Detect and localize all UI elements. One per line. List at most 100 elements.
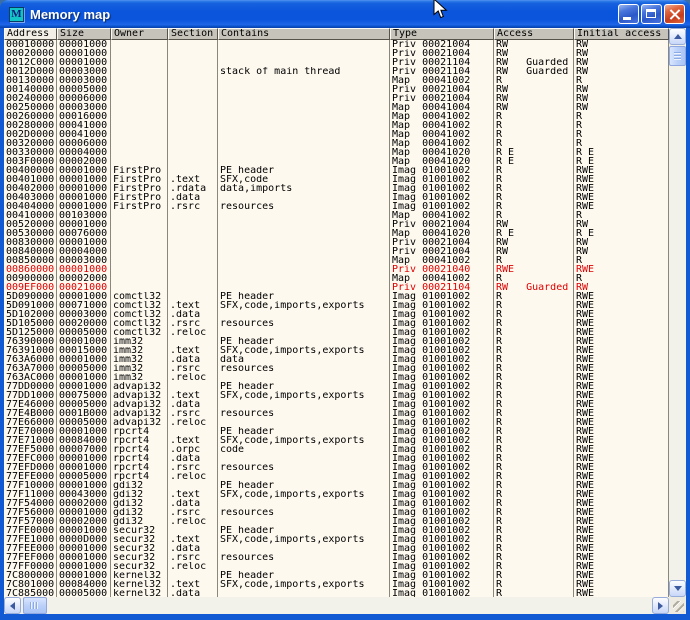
table-row[interactable]: 0083000000001000Priv 00021004RWRW [4,238,669,247]
column-header-owner[interactable]: Owner [111,28,168,40]
table-row[interactable]: 7639000000001000imm32PE headerImag 01001… [4,337,669,346]
table-row[interactable]: 0014000000005000Priv 00021004RWRW [4,85,669,94]
vertical-scroll-thumb[interactable] [669,46,686,66]
cell-section [168,139,218,148]
table-row[interactable]: 0025000000003000Map 00041004RWRW [4,103,669,112]
vertical-scroll-track[interactable] [669,45,686,580]
table-row[interactable]: 0040300000001000FirstPro.dataImag 010010… [4,193,669,202]
table-row[interactable]: 77F5700000002000gdi32.relocImag 01001002… [4,517,669,526]
cell-section [168,571,218,580]
table-row[interactable]: 5D10200000003000comctl32.dataImag 010010… [4,310,669,319]
table-row[interactable]: 77DD000000001000advapi32PE headerImag 01… [4,382,669,391]
column-header-contains[interactable]: Contains [218,28,390,40]
table-row[interactable]: 77FE10000000D000secur32.textSFX,code,imp… [4,535,669,544]
column-header-initial-access[interactable]: Initial access [574,28,669,40]
table-row[interactable]: 763A700000005000imm32.rsrcresourcesImag … [4,364,669,373]
table-row[interactable]: 0033000000004000Map 00041020R ER E [4,148,669,157]
column-header-address[interactable]: Address [4,28,57,40]
table-row[interactable]: 7639100000015000imm32.textSFX,code,impor… [4,346,669,355]
table-row[interactable]: 77FEE00000001000secur32.dataImag 0100100… [4,544,669,553]
table-row[interactable]: 77FF000000001000secur32.relocImag 010010… [4,562,669,571]
table-row[interactable]: 0090000000002000Map 00041002RR [4,274,669,283]
table-row[interactable]: 5D09000000001000comctl32PE headerImag 01… [4,292,669,301]
cell-address: 5D105000 [4,319,57,328]
minimize-button[interactable] [618,4,639,24]
table-row[interactable]: 0012D00000003000stack of main threadPriv… [4,67,669,76]
cell-address: 77DD0000 [4,382,57,391]
horizontal-scrollbar[interactable] [4,597,669,614]
table-row[interactable]: 77E7000000001000rpcrt4PE headerImag 0100… [4,427,669,436]
cell-section: .reloc [168,328,218,337]
horizontal-scroll-track[interactable] [21,597,652,614]
table-row[interactable]: 0052000000001000Priv 00021004RWRW [4,220,669,229]
cell-initial-access: RW [574,40,669,49]
table-row[interactable]: 0040000000001000FirstProPE headerImag 01… [4,166,669,175]
table-row[interactable]: 003F000000002000Map 00041020R ER E [4,157,669,166]
table-row[interactable]: 0012C00000001000Priv 00021104RW GuardedR… [4,58,669,67]
table-row[interactable]: 0041000000103000Map 00041002RR [4,211,669,220]
table-row[interactable]: 0024000000006000Priv 00021004RWRW [4,94,669,103]
table-row[interactable]: 77FE000000001000secur32PE headerImag 010… [4,526,669,535]
column-header-section[interactable]: Section [168,28,218,40]
table-row[interactable]: 77E4600000005000advapi32.dataImag 010010… [4,400,669,409]
table-row[interactable]: 77F1000000001000gdi32PE headerImag 01001… [4,481,669,490]
cell-owner [111,58,168,67]
table-row[interactable]: 0028000000041000Map 00041002RR [4,121,669,130]
table-row[interactable]: 77E6600000005000advapi32.relocImag 01001… [4,418,669,427]
table-row[interactable]: 0002000000001000Priv 00021004RWRW [4,49,669,58]
table-row[interactable]: 0026000000016000Map 00041002RR [4,112,669,121]
table-row[interactable]: 77E4B0000001B000advapi32.rsrcresourcesIm… [4,409,669,418]
table-row[interactable]: 7C88500000005000kernel32.dataImag 010010… [4,589,669,597]
resize-grip[interactable] [669,597,686,614]
vertical-scrollbar[interactable] [669,28,686,597]
table-row[interactable]: 0032000000006000Map 00041002RR [4,139,669,148]
table-row[interactable]: 7C80000000001000kernel32PE headerImag 01… [4,571,669,580]
scroll-down-button[interactable] [669,580,686,597]
cell-owner: rpcrt4 [111,427,168,436]
memory-map-icon[interactable]: M [9,7,24,22]
table-row[interactable]: 5D12500000005000comctl32.relocImag 01001… [4,328,669,337]
table-row[interactable]: 77F1100000043000gdi32.textSFX,code,impor… [4,490,669,499]
table-row[interactable]: 77E7100000084000rpcrt4.textSFX,code,impo… [4,436,669,445]
table-row[interactable]: 009EF00000021000Priv 00021104RW GuardedR… [4,283,669,292]
table-row[interactable]: 77EFE00000005000rpcrt4.relocImag 0100100… [4,472,669,481]
scroll-up-button[interactable] [669,28,686,45]
table-row[interactable]: 77EFC00000001000rpcrt4.dataImag 01001002… [4,454,669,463]
column-header-type[interactable]: Type [390,28,494,40]
close-button[interactable] [664,4,685,24]
column-header-size[interactable]: Size [57,28,111,40]
table-row[interactable]: 77EFD00000001000rpcrt4.rsrcresourcesImag… [4,463,669,472]
table-row[interactable]: 0040100000001000FirstPro.textSFX,codeIma… [4,175,669,184]
table-row[interactable]: 0040200000001000FirstPro.rdatadata,impor… [4,184,669,193]
table-row[interactable]: 77F5400000002000gdi32.dataImag 01001002R… [4,499,669,508]
table-row[interactable]: 77DD100000075000advapi32.textSFX,code,im… [4,391,669,400]
table-row[interactable]: 77FEF00000001000secur32.rsrcresourcesIma… [4,553,669,562]
cell-size: 00001000 [57,337,111,346]
table-row[interactable]: 0085000000003000Map 00041002RR [4,256,669,265]
table-row[interactable]: 763AC00000001000imm32.relocImag 01001002… [4,373,669,382]
maximize-button[interactable] [641,4,662,24]
scroll-right-button[interactable] [652,597,669,614]
cell-contains: PE header [218,337,390,346]
table-row[interactable]: 0086000000001000Priv 00021040RWERWE [4,265,669,274]
cell-type: Map 00041002 [390,256,494,265]
titlebar[interactable]: M Memory map [0,0,690,28]
table-row[interactable]: 0040400000001000FirstPro.rsrcresourcesIm… [4,202,669,211]
table-row[interactable]: 0013000000003000Map 00041002RR [4,76,669,85]
table-row[interactable]: 5D10500000020000comctl32.rsrcresourcesIm… [4,319,669,328]
table-row[interactable]: 7C80100000084000kernel32.textSFX,code,im… [4,580,669,589]
table-row[interactable]: 0084000000004000Priv 00021004RWRW [4,247,669,256]
table-row[interactable]: 0001000000001000Priv 00021004RWRW [4,40,669,49]
scroll-left-button[interactable] [4,597,21,614]
cell-initial-access: RWE [574,328,669,337]
table-row[interactable]: 77F5600000001000gdi32.rsrcresourcesImag … [4,508,669,517]
table-row[interactable]: 77EF500000007000rpcrt4.orpccodeImag 0100… [4,445,669,454]
horizontal-scroll-thumb[interactable] [23,597,47,614]
cell-initial-access: RWE [574,265,669,274]
table-row[interactable]: 5D09100000071000comctl32.textSFX,code,im… [4,301,669,310]
column-header-access[interactable]: Access [494,28,574,40]
table-row[interactable]: 0053000000076000Map 00041020R ER E [4,229,669,238]
table-row[interactable]: 763A600000001000imm32.datadataImag 01001… [4,355,669,364]
cell-access: R [494,544,574,553]
table-row[interactable]: 002D000000041000Map 00041002RR [4,130,669,139]
